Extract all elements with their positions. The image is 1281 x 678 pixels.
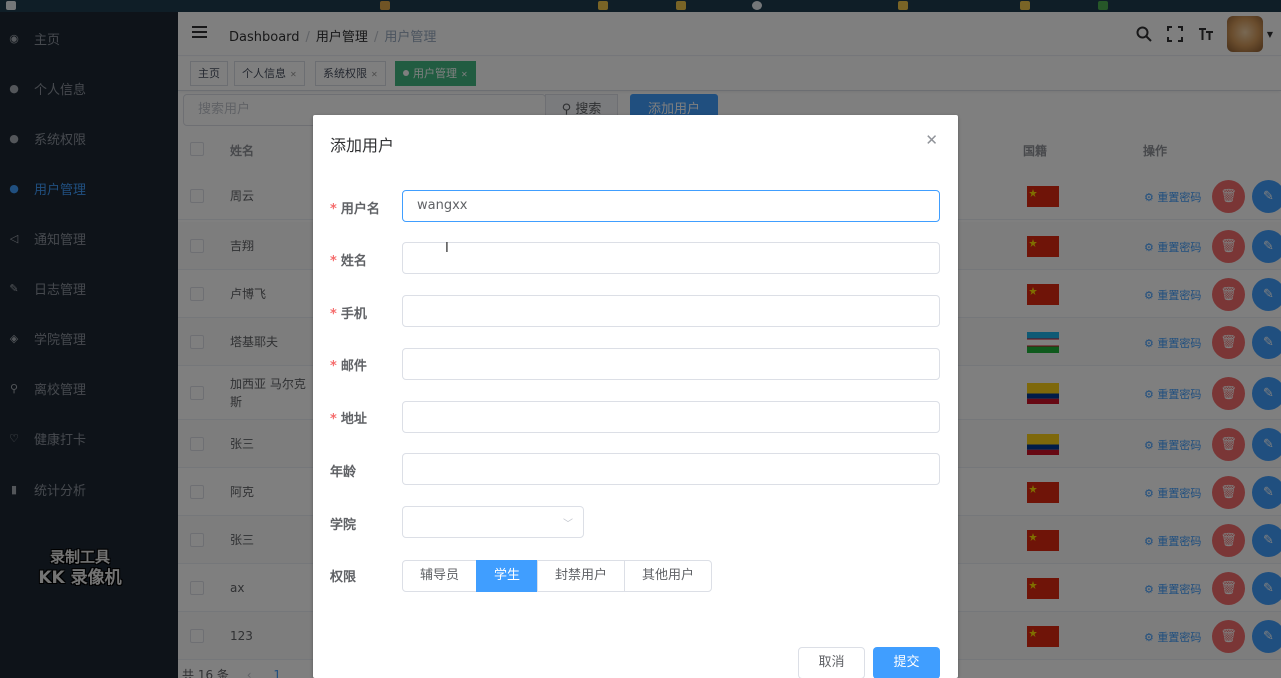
username-field[interactable]: wangxx (402, 190, 940, 222)
username-label: * 用户名 (330, 202, 380, 217)
name-label: * 姓名 (330, 254, 367, 269)
age-field[interactable] (402, 453, 940, 485)
cancel-button[interactable]: 取消 (798, 647, 865, 678)
college-label: 学院 (330, 518, 357, 533)
age-label: 年龄 (330, 465, 357, 480)
chevron-down-icon: ﹀ (563, 519, 573, 530)
name-field[interactable] (402, 242, 940, 274)
close-icon[interactable]: ✕ (925, 131, 938, 149)
role-other-radio[interactable]: 其他用户 (624, 560, 713, 592)
college-select[interactable]: ﹀ (402, 506, 584, 538)
submit-button[interactable]: 提交 (873, 647, 940, 678)
add-user-dialog: 添加用户 ✕ * 用户名 wangxx * 姓名 I * 手机 * 邮件 * 地址 年龄 … (313, 115, 958, 678)
dialog-title: 添加用户 (330, 136, 395, 155)
role-student-radio[interactable]: 学生 (476, 560, 539, 592)
role-radio-group: 辅导员 学生 封禁用户 其他用户 (402, 560, 713, 592)
email-label: * 邮件 (330, 359, 367, 374)
role-counselor-radio[interactable]: 辅导员 (402, 560, 478, 592)
role-banned-radio[interactable]: 封禁用户 (537, 560, 626, 592)
phone-label: * 手机 (330, 307, 367, 322)
email-field[interactable] (402, 348, 940, 380)
address-field[interactable] (402, 401, 940, 433)
role-label: 权限 (330, 570, 357, 585)
address-label: * 地址 (330, 412, 367, 427)
text-cursor-icon: I (445, 241, 449, 256)
phone-field[interactable] (402, 295, 940, 327)
